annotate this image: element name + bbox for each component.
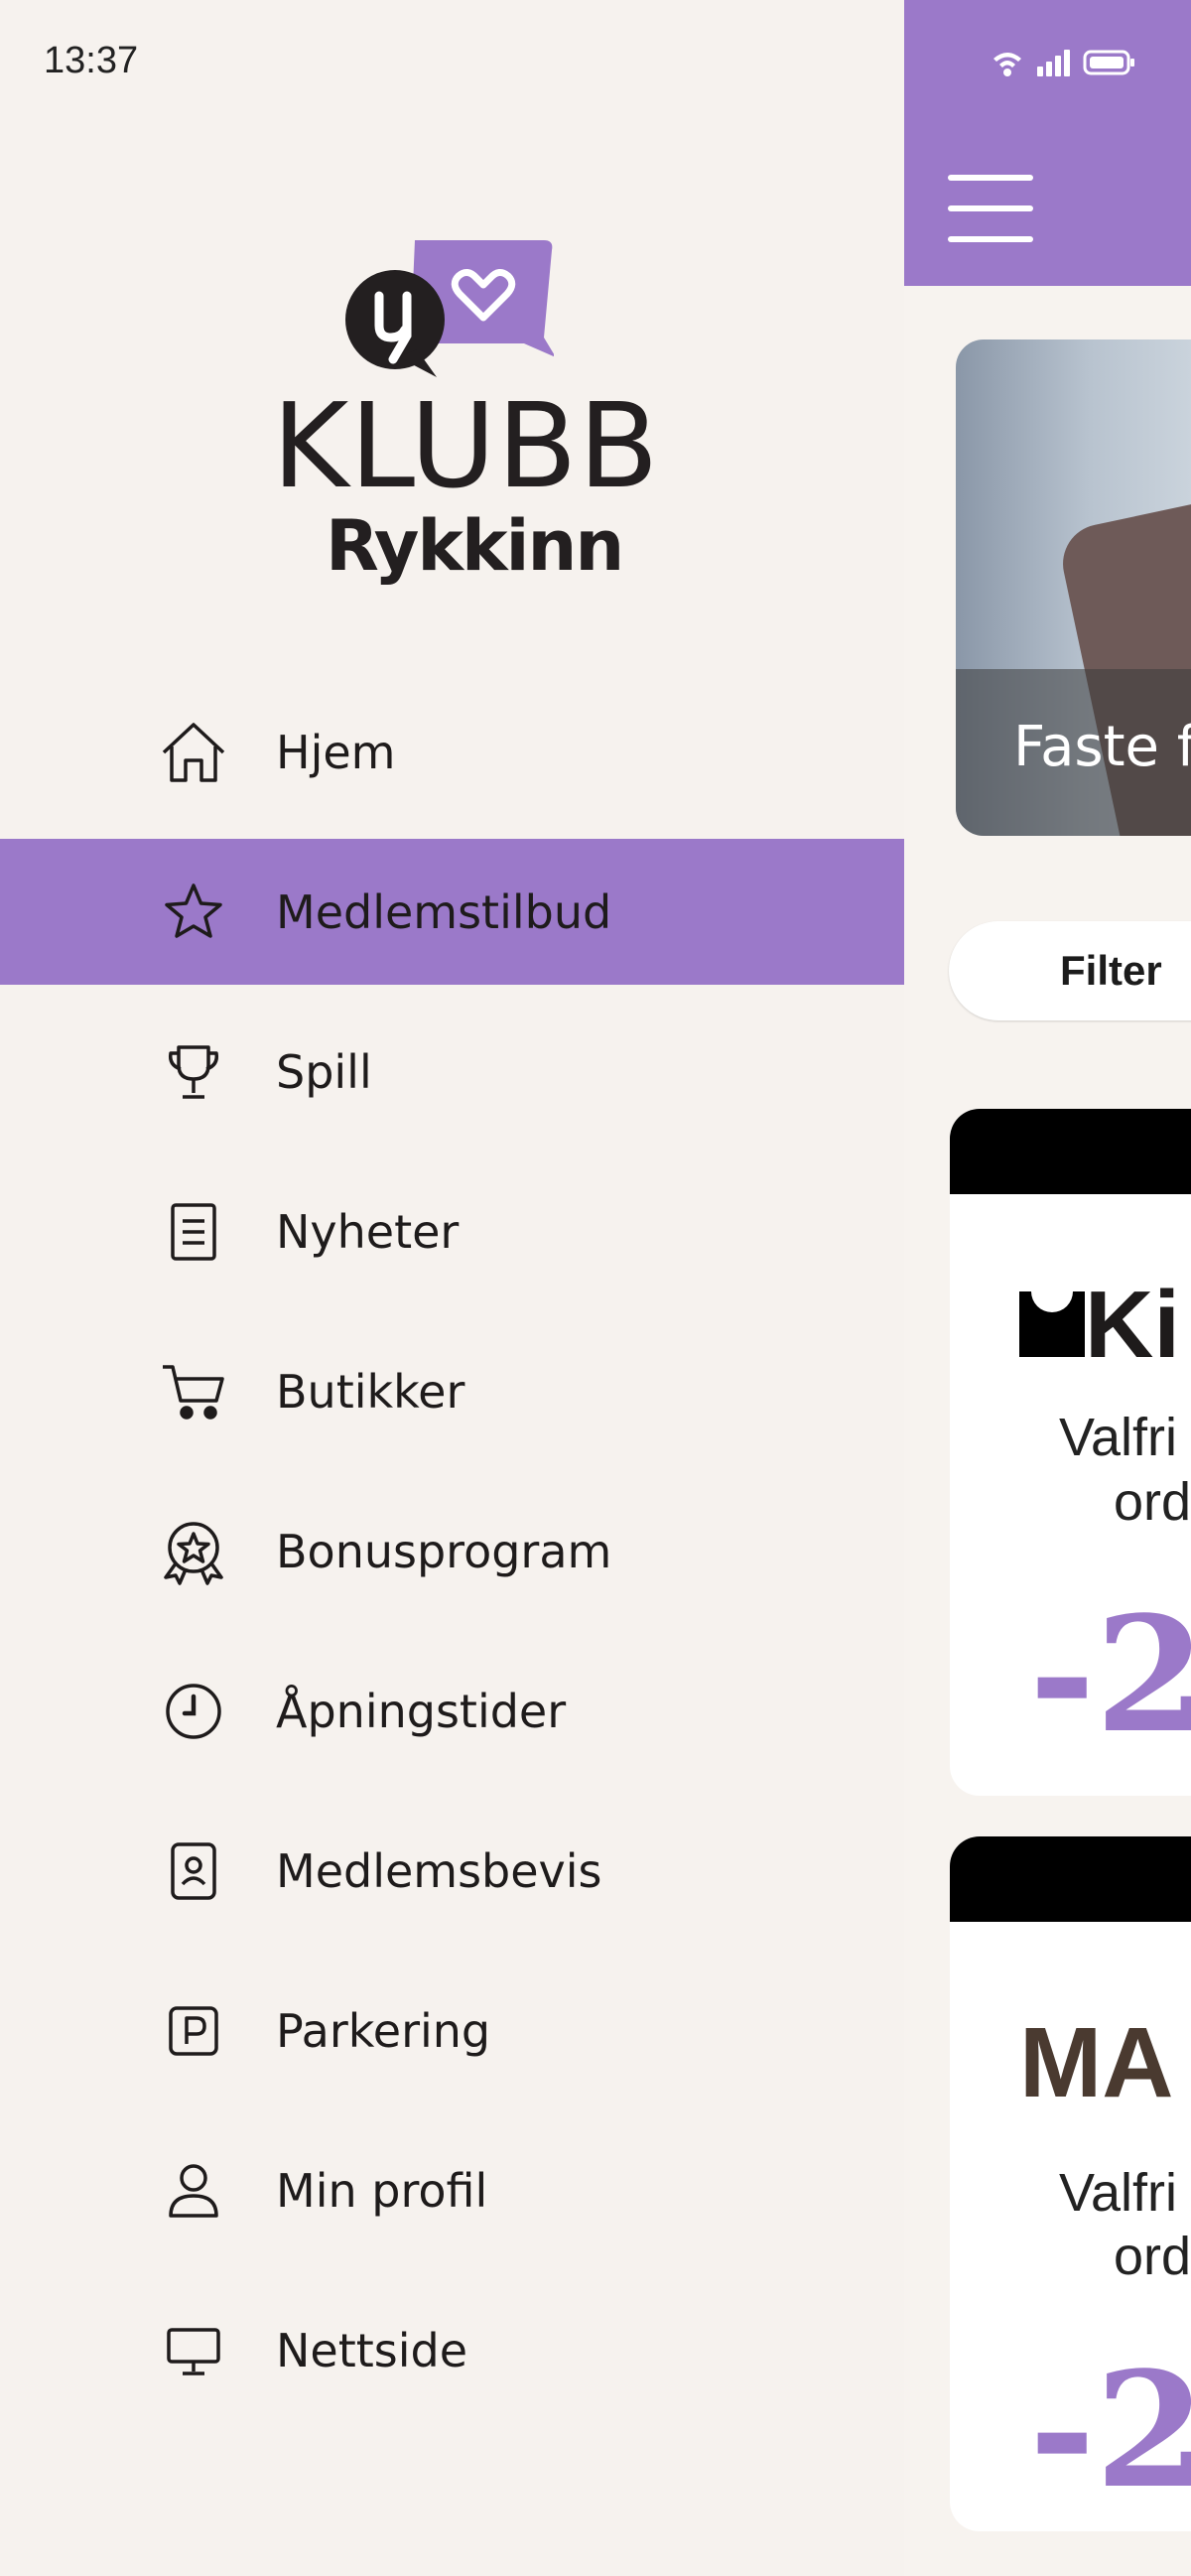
menu-item-hjem[interactable]: Hjem — [0, 679, 904, 825]
hamburger-line — [948, 175, 1033, 181]
menu-item-spill[interactable]: Spill — [0, 999, 904, 1145]
badge-icon — [155, 1513, 232, 1590]
menu-item-parkering[interactable]: Parkering — [0, 1958, 904, 2103]
status-icons — [990, 45, 1148, 85]
parking-icon — [155, 1992, 232, 2070]
drawer-menu: Hjem Medlemstilbud Spill Nyheter Butikke… — [0, 679, 904, 2437]
monitor-icon — [155, 2312, 232, 2389]
menu-item-label: Åpningstider — [276, 1684, 567, 1738]
menu-item-butikker[interactable]: Butikker — [0, 1318, 904, 1464]
status-icons-svg — [993, 50, 1134, 76]
menu-item-medlemsbevis[interactable]: Medlemsbevis — [0, 1798, 904, 1944]
offer-card[interactable]: MA Valfri ord -2 — [950, 1836, 1191, 2531]
person-icon — [155, 2152, 232, 2230]
hamburger-menu-button[interactable] — [948, 175, 1033, 242]
offer-card-header — [950, 1109, 1191, 1194]
battery-icon — [1083, 50, 1134, 75]
document-icon — [155, 1193, 232, 1271]
klubb-rykkinn-logo: KLUBB Rykkinn — [268, 238, 659, 596]
menu-item-label: Min profil — [276, 2163, 488, 2218]
menu-item-label: Parkering — [276, 2003, 491, 2058]
wifi-icon — [993, 53, 1021, 76]
menu-item-label: Hjem — [276, 725, 396, 779]
offer-store-logo: MA — [1019, 2007, 1174, 2118]
hamburger-line — [948, 205, 1033, 211]
menu-item-apningstider[interactable]: Åpningstider — [0, 1638, 904, 1784]
offer-line-2: ord — [1114, 2227, 1191, 2286]
status-time: 13:37 — [44, 40, 139, 81]
home-icon — [155, 714, 232, 791]
menu-item-min-profil[interactable]: Min profil — [0, 2117, 904, 2263]
menu-item-medlemstilbud[interactable]: Medlemstilbud — [0, 839, 904, 985]
menu-item-label: Medlemsbevis — [276, 1843, 602, 1898]
menu-item-label: Nyheter — [276, 1204, 460, 1259]
offer-line-1: Valfri — [1059, 1408, 1178, 1467]
offer-store-name: Ki — [1085, 1272, 1180, 1378]
menu-item-nettside[interactable]: Nettside — [0, 2277, 904, 2423]
offer-card-header — [950, 1836, 1191, 1922]
clock-icon — [155, 1673, 232, 1750]
offer-line-2: ord — [1114, 1472, 1191, 1532]
hero-title: Faste f — [1013, 715, 1191, 779]
menu-item-nyheter[interactable]: Nyheter — [0, 1158, 904, 1304]
hamburger-line — [948, 236, 1033, 242]
chat-bubbles-logo-icon — [345, 240, 554, 377]
filter-button[interactable]: Filter — [949, 921, 1191, 1020]
cart-icon — [155, 1353, 232, 1430]
offer-store-logo: Ki — [1019, 1278, 1180, 1373]
signal-icon — [1037, 50, 1070, 76]
filter-label: Filter — [1060, 947, 1162, 994]
kitchen-logo-mark — [1019, 1291, 1085, 1357]
menu-item-label: Butikker — [276, 1364, 465, 1419]
trophy-icon — [155, 1033, 232, 1111]
app-header — [904, 0, 1191, 286]
logo-brand: Rykkinn — [326, 505, 624, 587]
member-card-icon — [155, 1832, 232, 1910]
star-icon — [155, 874, 232, 951]
offer-line-1: Valfri — [1059, 2163, 1178, 2223]
main-content: Faste f Filter Ki Valfri ord -2 MA Valfr… — [904, 0, 1191, 2576]
menu-item-label: Medlemstilbud — [276, 884, 612, 939]
navigation-drawer: 13:37 KLUBB Rykkinn Hjem Medlemstilbud S… — [0, 0, 904, 2576]
menu-item-label: Bonusprogram — [276, 1524, 612, 1578]
logo-wordmark: KLUBB — [272, 377, 660, 514]
offer-discount: -2 — [1029, 1581, 1191, 1768]
menu-item-bonusprogram[interactable]: Bonusprogram — [0, 1478, 904, 1624]
menu-item-label: Spill — [276, 1044, 372, 1099]
offer-card[interactable]: Ki Valfri ord -2 — [950, 1109, 1191, 1796]
menu-item-label: Nettside — [276, 2323, 468, 2377]
offer-discount: -2 — [1029, 2337, 1191, 2523]
